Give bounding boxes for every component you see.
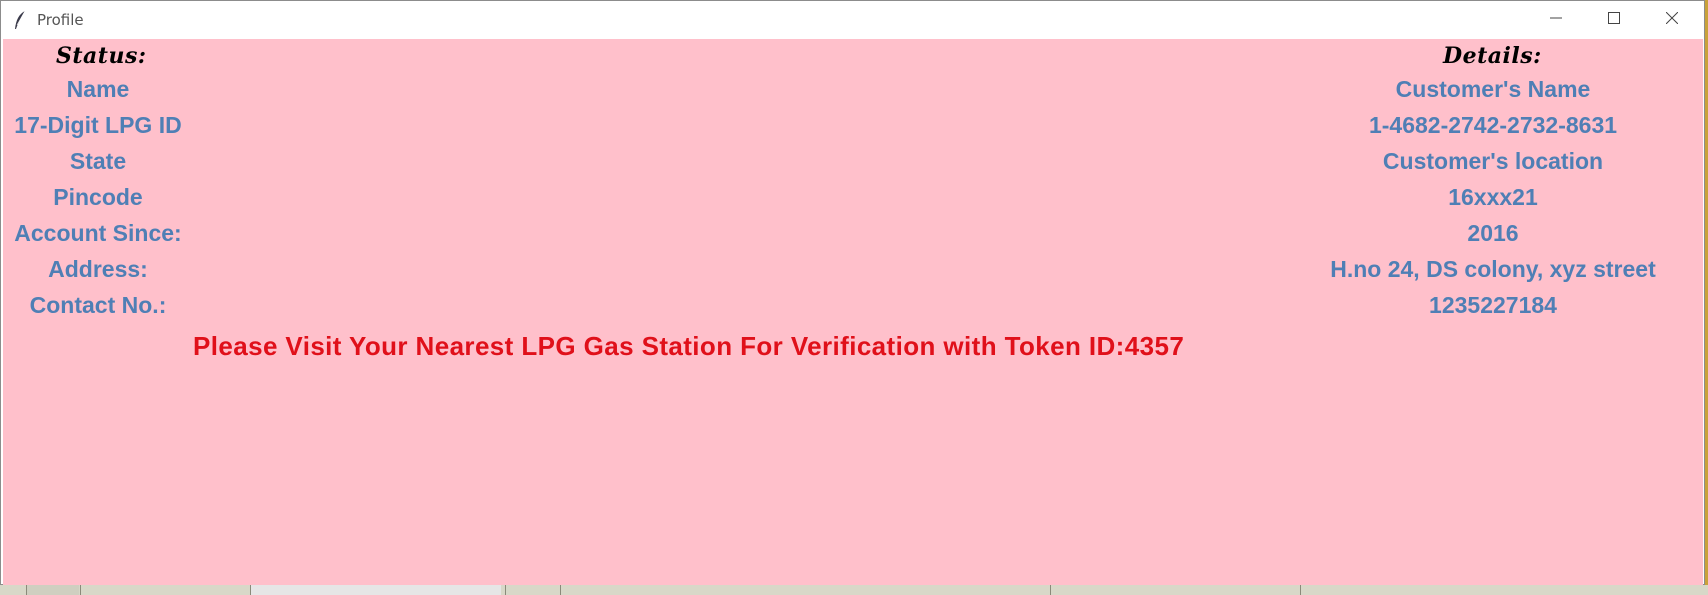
maximize-icon: [1608, 11, 1620, 29]
label-contact: Contact No.:: [29, 292, 167, 318]
close-button[interactable]: [1643, 1, 1701, 38]
label-address: Address:: [48, 256, 148, 282]
title-bar[interactable]: Profile: [1, 1, 1704, 38]
value-address: H.no 24, DS colony, xyz street: [1330, 256, 1656, 282]
label-name: Name: [66, 76, 130, 102]
verification-notice: Please Visit Your Nearest LPG Gas Statio…: [193, 331, 1185, 361]
label-account-since: Account Since:: [14, 220, 182, 246]
value-lpg-id: 1-4682-2742-2732-8631: [1368, 112, 1618, 138]
minimize-icon: [1550, 11, 1562, 29]
label-state: State: [69, 148, 127, 174]
profile-content: Status: Details: Name Customer's Name 17…: [3, 39, 1703, 585]
value-state: Customer's location: [1382, 148, 1604, 174]
value-account-since: 2016: [1467, 220, 1519, 246]
close-icon: [1665, 11, 1679, 29]
status-heading: Status:: [56, 43, 147, 69]
label-lpg-id: 17-Digit LPG ID: [14, 112, 182, 138]
maximize-button[interactable]: [1585, 1, 1643, 38]
value-contact: 1235227184: [1429, 292, 1557, 318]
feather-icon: [13, 10, 27, 30]
minimize-button[interactable]: [1527, 1, 1585, 38]
window-title: Profile: [37, 11, 84, 29]
value-name: Customer's Name: [1395, 76, 1591, 102]
value-pincode: 16xxx21: [1448, 184, 1538, 210]
background-app-strip: [0, 585, 1708, 595]
label-pincode: Pincode: [53, 184, 143, 210]
details-heading: Details:: [1443, 43, 1542, 69]
profile-window: Profile Status: Details: Name Customer's…: [0, 0, 1705, 585]
